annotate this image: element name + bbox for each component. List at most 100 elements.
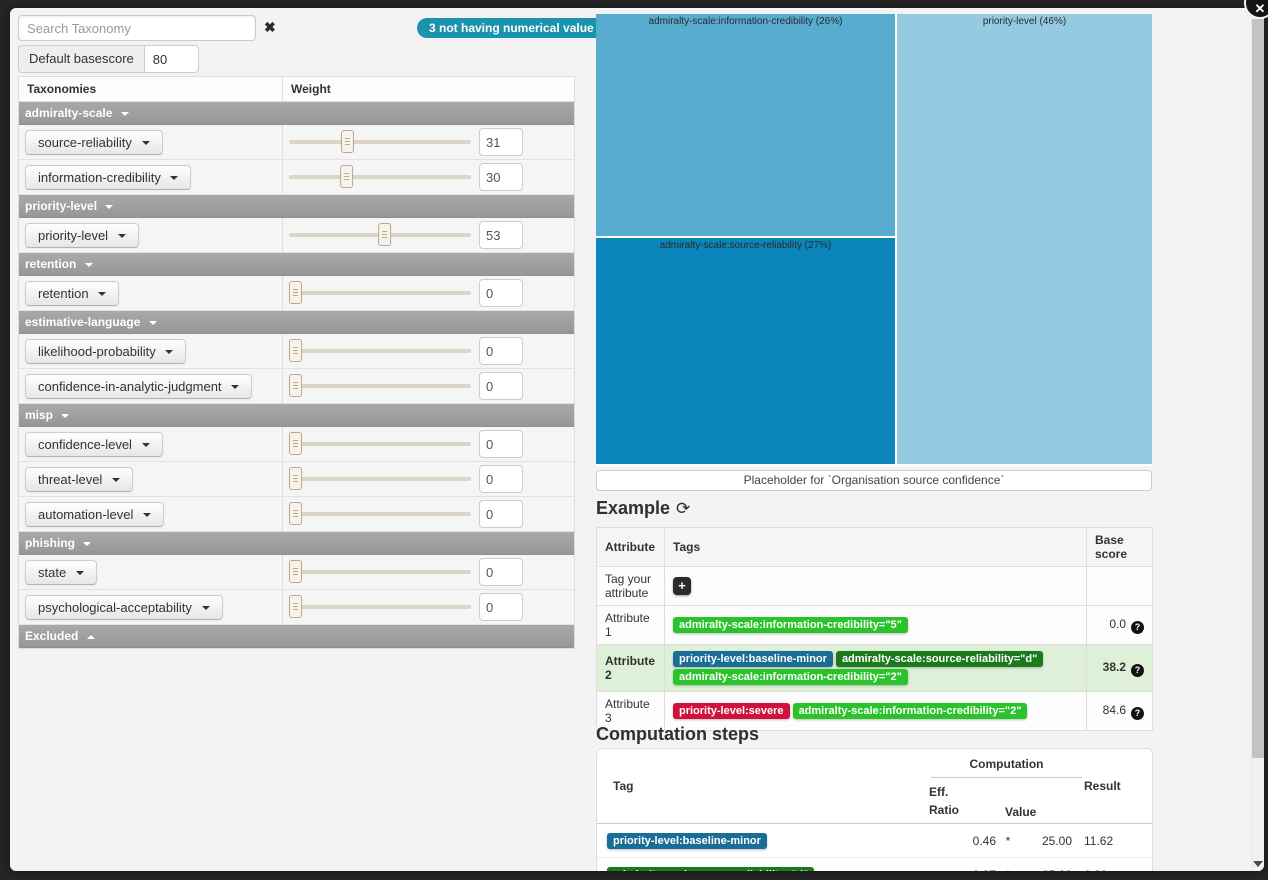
slider-handle[interactable]: [289, 281, 302, 304]
taxonomy-dropdown-button[interactable]: psychological-acceptability: [25, 595, 223, 620]
base-score-value: 0.0: [1109, 617, 1126, 631]
value-cell: 25.00: [1020, 868, 1072, 872]
weight-column-header: Weight: [283, 77, 339, 101]
taxonomy-dropdown-button[interactable]: state: [25, 560, 97, 585]
base-score-cell: 0.0?: [1087, 606, 1153, 645]
weight-slider[interactable]: [289, 218, 471, 252]
slider-handle[interactable]: [289, 595, 302, 618]
question-circle-icon[interactable]: ?: [1131, 664, 1144, 677]
taxonomy-name-cell: priority-level: [19, 218, 283, 252]
weight-input[interactable]: [479, 593, 523, 621]
taxonomy-dropdown-button[interactable]: retention: [25, 281, 119, 306]
default-basescore-input[interactable]: [144, 45, 199, 73]
computation-tag-cell: admiralty-scale:source-reliability="d": [597, 866, 944, 872]
weight-slider[interactable]: [289, 125, 471, 159]
result-value: 6.80: [1072, 868, 1152, 872]
search-input[interactable]: [18, 15, 256, 41]
taxonomy-group-header[interactable]: admiralty-scale: [19, 102, 574, 125]
weight-cell: [283, 369, 574, 403]
status-badge: 3 not having numerical value: [417, 18, 606, 38]
computation-table-header: Tag Computation Eff. Ratio Value Result: [597, 749, 1152, 824]
taxonomy-dropdown-button[interactable]: priority-level: [25, 223, 139, 248]
taxonomy-row: threat-level: [19, 462, 574, 497]
computation-column-header: Computation: [929, 753, 1084, 777]
chevron-down-icon: [142, 141, 150, 145]
vertical-scrollbar[interactable]: [1251, 8, 1264, 871]
weight-slider[interactable]: [289, 160, 471, 194]
slider-handle[interactable]: [340, 165, 353, 188]
tag-chip: admiralty-scale:source-reliability="d": [836, 651, 1043, 667]
taxonomy-row: source-reliability: [19, 125, 574, 160]
weight-input[interactable]: [479, 430, 523, 458]
taxonomy-group-header[interactable]: estimative-language: [19, 311, 574, 334]
weight-cell: [283, 555, 574, 589]
weight-slider[interactable]: [289, 334, 471, 368]
treemap-box-label: admiralty-scale:information-credibility …: [596, 14, 895, 27]
taxonomy-group-header[interactable]: priority-level: [19, 195, 574, 218]
tag-chip: admiralty-scale:source-reliability="d": [607, 867, 814, 872]
weight-cell: [283, 590, 574, 624]
taxonomy-dropdown-button[interactable]: automation-level: [25, 502, 164, 527]
weight-input[interactable]: [479, 337, 523, 365]
taxonomy-group-header[interactable]: retention: [19, 253, 574, 276]
example-column-header: Base score: [1087, 528, 1153, 567]
chevron-down-icon: [112, 478, 120, 482]
taxonomy-group-header[interactable]: Excluded: [19, 625, 574, 648]
slider-handle[interactable]: [289, 560, 302, 583]
weight-cell: [283, 334, 574, 368]
weight-slider[interactable]: [289, 555, 471, 589]
question-circle-icon[interactable]: ?: [1131, 621, 1144, 634]
taxonomy-group-header[interactable]: phishing: [19, 532, 574, 555]
taxonomy-dropdown-button[interactable]: source-reliability: [25, 130, 163, 155]
weight-input[interactable]: [479, 128, 523, 156]
base-score-cell: [1087, 567, 1153, 606]
add-tag-button[interactable]: +: [673, 577, 691, 595]
caret-down-icon: [85, 263, 93, 267]
scrollbar-down-arrow-icon[interactable]: [1253, 861, 1263, 867]
taxonomy-dropdown-button[interactable]: threat-level: [25, 467, 133, 492]
slider-handle[interactable]: [289, 502, 302, 525]
attribute-cell: Tag your attribute: [597, 567, 665, 606]
weight-input[interactable]: [479, 221, 523, 249]
taxonomy-group-header[interactable]: misp: [19, 404, 574, 427]
slider-handle[interactable]: [379, 223, 392, 246]
slider-handle[interactable]: [289, 374, 302, 397]
slider-grip-icon: [344, 173, 349, 181]
weight-slider[interactable]: [289, 276, 471, 310]
scrollbar-thumb[interactable]: [1252, 19, 1264, 758]
org-source-confidence-placeholder[interactable]: Placeholder for `Organisation source con…: [596, 470, 1152, 491]
weight-input[interactable]: [479, 279, 523, 307]
example-table-header: AttributeTagsBase score: [597, 528, 1153, 567]
refresh-icon[interactable]: ⟳: [676, 499, 690, 518]
taxonomy-row: state: [19, 555, 574, 590]
computation-section-title: Computation steps: [596, 724, 759, 745]
taxonomy-dropdown-button[interactable]: confidence-in-analytic-judgment: [25, 374, 252, 399]
weight-input[interactable]: [479, 558, 523, 586]
slider-handle[interactable]: [341, 130, 354, 153]
weight-slider[interactable]: [289, 497, 471, 531]
weight-slider[interactable]: [289, 590, 471, 624]
taxonomy-dropdown-button[interactable]: confidence-level: [25, 432, 163, 457]
taxonomy-dropdown-button[interactable]: likelihood-probability: [25, 339, 186, 364]
taxonomy-row: confidence-level: [19, 427, 574, 462]
question-circle-icon[interactable]: ?: [1131, 707, 1144, 720]
weight-input[interactable]: [479, 465, 523, 493]
tag-column-header: Tag: [597, 749, 929, 823]
eff-ratio-value: 0.46: [944, 834, 996, 848]
weight-input[interactable]: [479, 163, 523, 191]
weight-input[interactable]: [479, 372, 523, 400]
computation-column-group: Computation Eff. Ratio Value: [929, 749, 1084, 823]
weight-slider[interactable]: [289, 369, 471, 403]
slider-handle[interactable]: [289, 339, 302, 362]
slider-track: [289, 512, 471, 516]
weight-slider[interactable]: [289, 462, 471, 496]
slider-handle[interactable]: [289, 467, 302, 490]
weight-cell: [283, 276, 574, 310]
taxonomy-dropdown-button[interactable]: information-credibility: [25, 165, 191, 190]
weight-slider[interactable]: [289, 427, 471, 461]
slider-handle[interactable]: [289, 432, 302, 455]
base-score-cell: 84.6?: [1087, 692, 1153, 731]
weight-input[interactable]: [479, 500, 523, 528]
taxonomy-name-cell: source-reliability: [19, 125, 283, 159]
search-clear-icon[interactable]: ✖: [264, 19, 276, 36]
